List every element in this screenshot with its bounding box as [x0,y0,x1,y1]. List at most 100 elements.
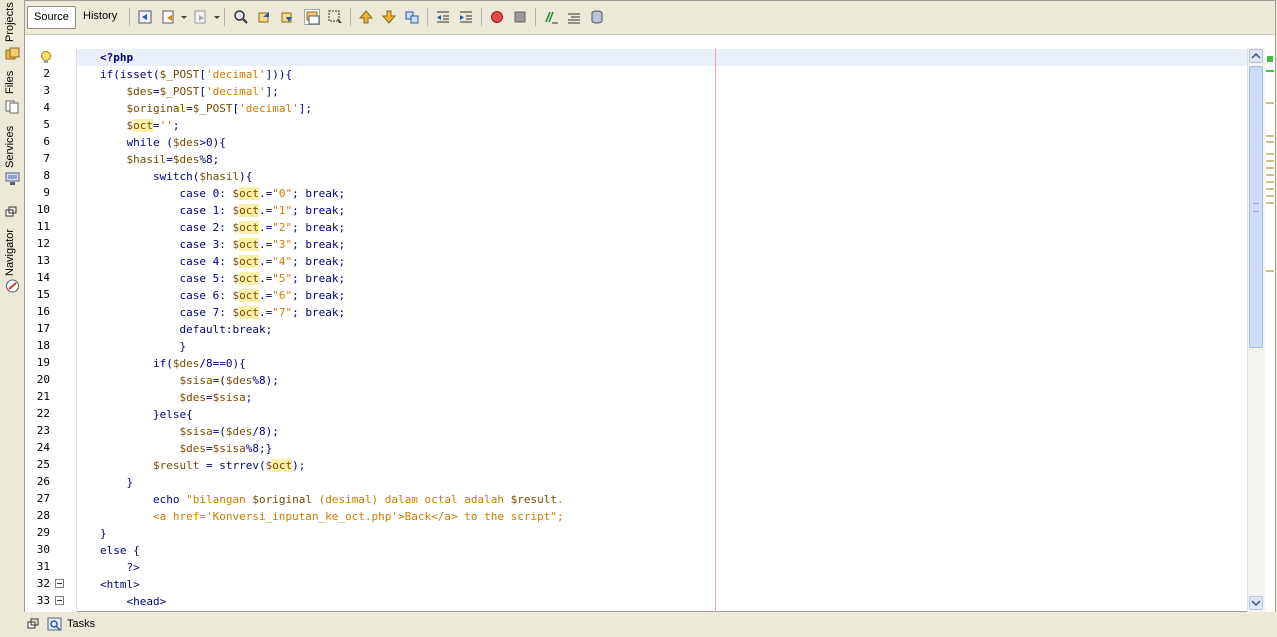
chevron-down-icon [1251,600,1261,607]
line-number: 20 [36,373,50,386]
previous-bookmark-icon[interactable] [358,9,374,25]
database-icon[interactable] [589,9,605,25]
toolbar-separator [427,8,428,26]
line-number: 28 [36,509,50,522]
line-number: 16 [36,305,50,318]
uncomment-icon[interactable] [566,9,582,25]
tab-navigator[interactable]: Navigator [1,226,23,298]
shift-line-left-icon[interactable] [435,9,451,25]
vertical-scrollbar[interactable] [1247,48,1265,612]
tab-files[interactable]: Files [1,70,23,120]
tab-projects-label: Projects [4,2,16,42]
code-line: case 3: $oct.="3"; break; [179,238,346,251]
annotation-marker[interactable] [1266,70,1274,72]
tasks-label: Tasks [67,618,96,630]
status-ok-marker[interactable] [1267,56,1273,62]
back-dropdown-icon[interactable] [176,9,187,25]
code-line: }else{ [100,408,193,421]
stop-macro-recording-icon[interactable] [512,9,528,25]
code-line: switch($hasil){ [152,170,253,183]
line-number: 26 [36,475,50,488]
annotation-marker[interactable] [1266,188,1274,190]
toolbar-separator [481,8,482,26]
forward-dropdown-icon[interactable] [209,9,220,25]
line-number: 8 [43,169,50,182]
tab-navigator-label: Navigator [4,228,16,276]
line-number: 18 [36,339,50,352]
line-number: 33 [36,594,50,607]
annotation-marker[interactable] [1266,160,1274,162]
code-line: <a href='Konversi_inputan_ke_oct.php'>Ba… [100,510,564,523]
code-editor-area[interactable]: <?php if(isset($_POST['decimal'])){ $des=… [77,48,1270,612]
next-bookmark-icon[interactable] [381,9,397,25]
code-line: if($des/8==0){ [152,357,246,370]
toggle-bookmark-icon[interactable] [404,9,420,25]
toggle-highlight-search-icon[interactable] [304,9,320,25]
tab-projects[interactable]: Projects [1,2,23,64]
annotation-marker[interactable] [1266,135,1274,137]
restore-window-icon[interactable] [27,618,40,630]
line-number: 10 [36,203,50,216]
error-stripe[interactable] [1265,48,1275,612]
annotation-marker[interactable] [1266,202,1274,204]
line-number: 4 [43,101,50,114]
fold-toggle-icon[interactable] [55,596,64,605]
code-line: else { [100,544,140,557]
code-line: } [100,340,187,353]
line-number: 30 [36,543,50,556]
code-line: $result = strrev($oct); [152,459,306,472]
fold-toggle-icon[interactable] [55,579,64,588]
tab-history[interactable]: History [77,6,123,27]
code-line: case 4: $oct.="4"; break; [179,255,346,268]
code-line: case 6: $oct.="6"; break; [179,289,346,302]
code-line: while ($des>0){ [126,136,226,149]
line-number: 29 [36,526,50,539]
comment-icon[interactable] [543,9,559,25]
scroll-down-button[interactable] [1249,596,1263,610]
find-previous-icon[interactable] [257,9,273,25]
line-number: 9 [43,186,50,199]
code-line: } [100,476,134,489]
tab-services[interactable]: Services [1,124,23,188]
annotation-marker[interactable] [1266,153,1274,155]
code-line: $sisa=($des/8); [179,425,279,438]
start-macro-recording-icon[interactable] [489,9,505,25]
code-line: <html> [100,578,140,591]
code-line: } [100,527,107,540]
scroll-thumb[interactable] [1249,66,1263,348]
line-number: 25 [36,458,50,471]
line-number: 21 [36,390,50,403]
find-icon[interactable] [233,9,249,25]
editor-window: Source History 23456789101112 [24,0,1276,612]
code-line: case 5: $oct.="5"; break; [179,272,346,285]
code-line: if(isset($_POST['decimal'])){ [100,68,293,81]
annotation-marker[interactable] [1266,102,1274,104]
toolbar-separator [350,8,351,26]
line-number [25,48,50,65]
restore-window-icon[interactable] [5,206,18,218]
navigator-icon [6,279,19,293]
toggle-rectangular-selection-icon[interactable] [327,9,343,25]
annotation-marker[interactable] [1266,195,1274,197]
annotation-marker[interactable] [1266,141,1274,143]
shift-line-right-icon[interactable] [458,9,474,25]
code-line: default:break; [179,323,273,336]
line-number: 11 [36,220,50,233]
code-line: case 1: $oct.="1"; break; [179,204,346,217]
scroll-up-button[interactable] [1249,49,1263,63]
tab-source[interactable]: Source [27,6,76,29]
line-number: 22 [36,407,50,420]
annotation-marker[interactable] [1266,167,1274,169]
annotation-marker[interactable] [1266,174,1274,176]
code-line: case 2: $oct.="2"; break; [179,221,346,234]
line-number: 27 [36,492,50,505]
find-next-icon[interactable] [280,9,296,25]
line-number: 12 [36,237,50,250]
toolbar-separator [224,8,225,26]
annotation-marker[interactable] [1266,270,1274,272]
annotation-marker[interactable] [1266,181,1274,183]
back-icon[interactable] [161,9,177,25]
forward-icon[interactable] [193,9,209,25]
services-icon [5,172,20,185]
last-edit-icon[interactable] [137,9,153,25]
